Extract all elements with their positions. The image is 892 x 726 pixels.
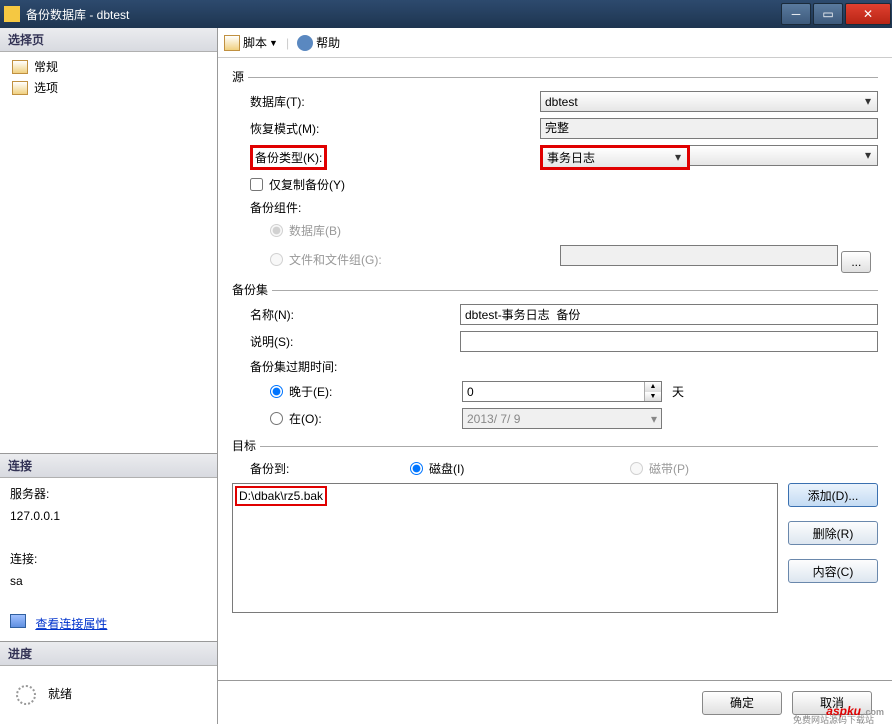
window-controls: ─ ▭ ✕ [780,3,892,25]
after-label: 晚于(E): [289,383,332,400]
view-connection-props[interactable]: 查看连接属性 [10,614,207,636]
component-database-radio: 数据库(B) [270,222,341,239]
window-title: 备份数据库 - dbtest [26,6,129,23]
backup-type-value: 事务日志 [547,149,595,166]
progress-header: 进度 [0,642,217,666]
destination-listbox[interactable]: D:\dbak\rz5.bak [232,483,778,613]
calendar-dropdown-icon: ▾ [651,412,657,426]
script-icon [224,35,240,51]
help-icon [297,35,313,51]
disk-label: 磁盘(I) [429,460,464,477]
after-days-spinner[interactable]: ▲▼ [462,381,662,402]
name-input[interactable] [460,304,878,325]
source-group-label: 源 [232,68,244,85]
toolbar: 脚本 ▼ | 帮助 [218,28,892,58]
after-radio[interactable]: 晚于(E): [270,383,462,400]
tape-radio: 磁带(P) [630,460,850,477]
contents-button[interactable]: 内容(C) [788,559,878,583]
files-path-input [560,245,838,266]
app-icon [4,6,20,22]
desc-input[interactable] [460,331,878,352]
backup-type-label: 备份类型(K): [255,151,322,165]
on-input[interactable] [270,412,283,425]
recovery-label: 恢复模式(M): [250,120,540,137]
copy-only-input[interactable] [250,178,263,191]
backup-to-label: 备份到: [250,460,410,477]
disk-radio[interactable]: 磁盘(I) [410,460,630,477]
progress-spinner-icon [16,685,36,705]
destination-path-highlight[interactable]: D:\dbak\rz5.bak [235,486,327,506]
on-date-value: 2013/ 7/ 9 [467,412,520,426]
script-label: 脚本 [243,34,267,51]
spin-down-icon[interactable]: ▼ [645,392,661,402]
backupset-group-label: 备份集 [232,281,268,298]
sidebar-item-general[interactable]: 常规 [0,56,217,77]
help-label: 帮助 [316,34,340,51]
name-label: 名称(N): [250,306,460,323]
destination-path: D:\dbak\rz5.bak [239,489,323,503]
expire-label: 备份集过期时间: [250,358,540,375]
backup-type-combo[interactable] [690,145,878,166]
ok-button[interactable]: 确定 [702,691,782,715]
recovery-value: 完整 [545,121,569,135]
after-value-input[interactable] [463,382,644,401]
backup-type-label-highlight: 备份类型(K): [250,145,327,170]
database-value: dbtest [545,95,578,109]
tape-label: 磁带(P) [649,460,689,477]
connection-body: 服务器: 127.0.0.1 连接: sa 查看连接属性 [0,478,217,641]
conn-label: 连接: [10,549,207,571]
minimize-button[interactable]: ─ [781,3,811,25]
titlebar: 备份数据库 - dbtest ─ ▭ ✕ [0,0,892,28]
select-page-header: 选择页 [0,28,217,52]
connection-header: 连接 [0,454,217,478]
on-radio[interactable]: 在(O): [270,410,462,427]
dialog-buttons: 确定 取消 [218,680,892,724]
backup-component-label: 备份组件: [250,199,540,216]
server-value: 127.0.0.1 [10,506,207,528]
server-label: 服务器: [10,484,207,506]
page-icon [12,81,28,95]
spin-up-icon[interactable]: ▲ [645,382,661,392]
copy-only-checkbox[interactable]: 仅复制备份(Y) [250,176,345,193]
dest-group-label: 目标 [232,437,256,454]
chevron-down-icon: ▼ [269,38,278,48]
comp-db-label: 数据库(B) [289,222,341,239]
sidebar-item-options[interactable]: 选项 [0,77,217,98]
conn-value: sa [10,571,207,593]
on-label: 在(O): [289,410,322,427]
database-combo[interactable]: dbtest [540,91,878,112]
script-button[interactable]: 脚本 ▼ [224,34,278,51]
after-input[interactable] [270,385,283,398]
copy-only-label: 仅复制备份(Y) [269,176,345,193]
files-browse-button[interactable]: ... [841,251,871,273]
remove-button[interactable]: 删除(R) [788,521,878,545]
disk-input[interactable] [410,462,423,475]
sidebar: 选择页 常规 选项 连接 服务器: 127.0.0.1 连接: sa [0,28,218,724]
tape-input [630,462,643,475]
backup-type-combo-part[interactable]: 事务日志 [543,148,687,167]
close-button[interactable]: ✕ [845,3,891,25]
watermark: aspku .com 免费网站源码下载站 [826,704,884,718]
progress-status: 就绪 [48,684,72,706]
content: 脚本 ▼ | 帮助 源 数据库(T): dbtest 恢复模式( [218,28,892,724]
on-date-picker: 2013/ 7/ 9 ▾ [462,408,662,429]
watermark-tagline: 免费网站源码下载站 [793,713,874,726]
recovery-input: 完整 [540,118,878,139]
maximize-button[interactable]: ▭ [813,3,843,25]
monitor-icon [10,614,26,628]
backup-type-highlight: 事务日志 [540,145,690,170]
comp-db-input [270,224,283,237]
database-label: 数据库(T): [250,93,540,110]
help-button[interactable]: 帮助 [297,34,340,51]
days-label: 天 [672,383,684,400]
desc-label: 说明(S): [250,333,460,350]
comp-files-input [270,253,283,266]
component-files-radio: 文件和文件组(G): [270,251,560,268]
sidebar-label: 选项 [34,79,58,96]
add-button[interactable]: 添加(D)... [788,483,878,507]
page-icon [12,60,28,74]
comp-files-label: 文件和文件组(G): [289,251,382,268]
view-props-link[interactable]: 查看连接属性 [35,617,107,631]
sidebar-label: 常规 [34,58,58,75]
